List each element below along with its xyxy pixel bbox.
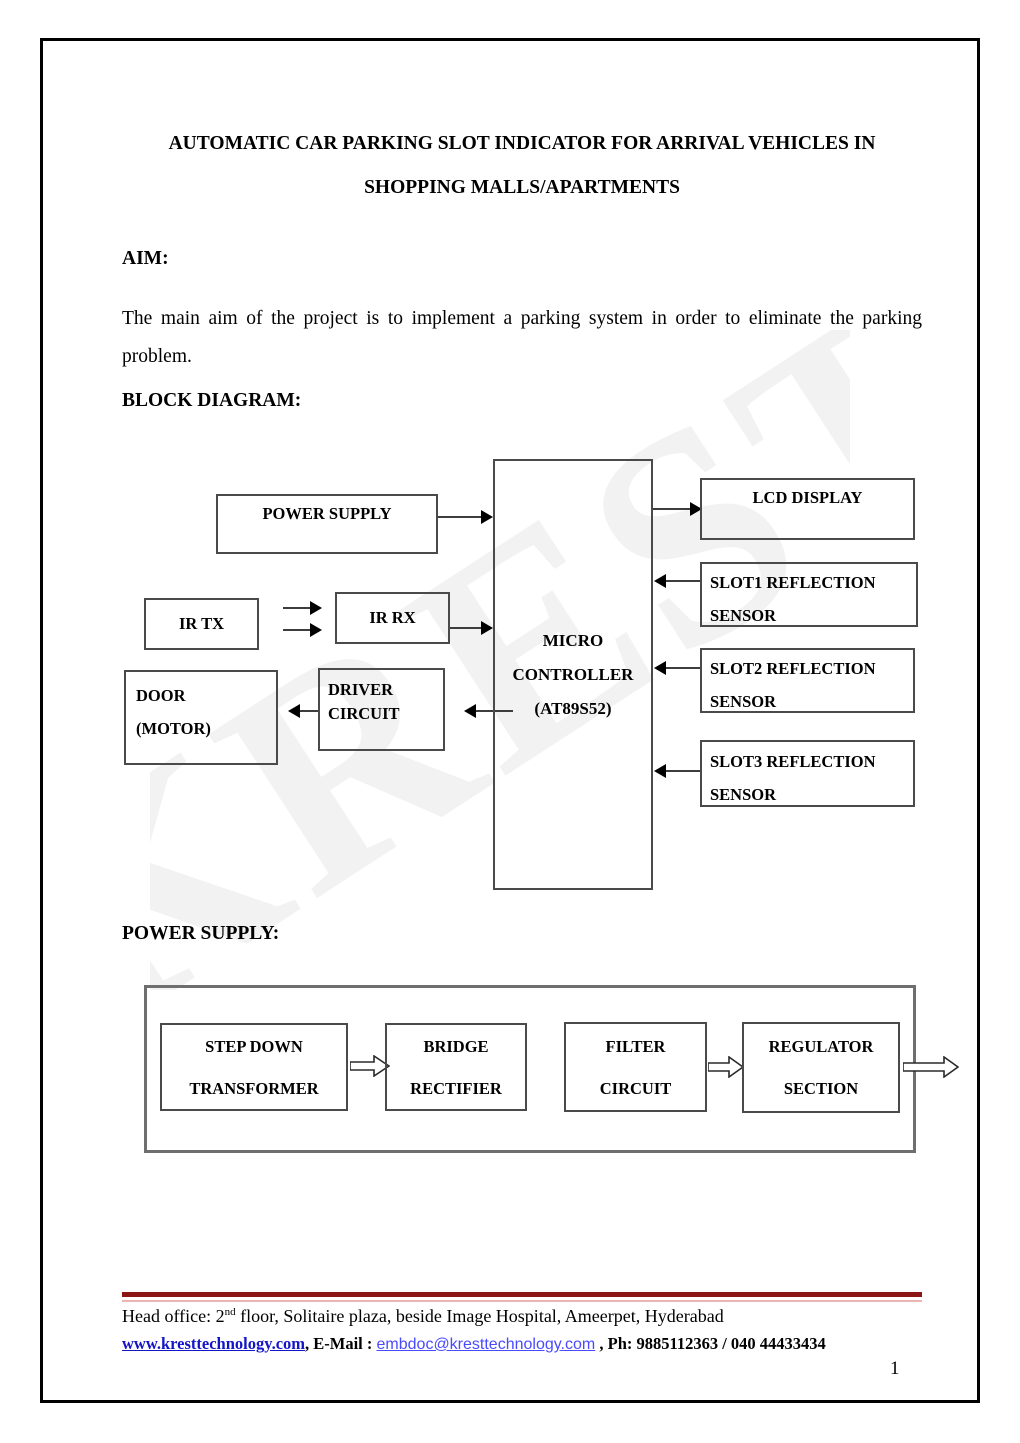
aim-body-text: The main aim of the project is to implem… bbox=[122, 308, 922, 367]
power-supply-heading: POWER SUPPLY: bbox=[122, 923, 280, 944]
footer-rule-thick bbox=[122, 1292, 922, 1297]
arrow-filter-regulator bbox=[708, 1056, 744, 1078]
document-page: KREST AUTOMATIC CAR PARKING SLOT INDICAT… bbox=[0, 0, 1020, 1443]
connector-irtx-irrx-top bbox=[283, 607, 311, 609]
footer-address-prefix: Head office: 2 bbox=[122, 1306, 225, 1326]
footer-email-link[interactable]: embdoc@kresttechnology.com bbox=[377, 1336, 596, 1353]
block-ir-rx: IR RX bbox=[335, 592, 450, 644]
connector-irtx-irrx-bottom bbox=[283, 629, 311, 631]
footer-email-separator: , E-Mail : bbox=[305, 1334, 377, 1353]
block-driver-circuit-label: DRIVER CIRCUIT bbox=[328, 680, 400, 723]
block-slot1-sensor: SLOT1 REFLECTION SENSOR bbox=[700, 562, 918, 627]
connector-irrx-mcu bbox=[450, 627, 482, 629]
ps-filter-circuit: FILTER CIRCUIT bbox=[564, 1022, 707, 1112]
ps-regulator-section: REGULATOR SECTION bbox=[742, 1022, 900, 1113]
block-slot3-sensor-label: SLOT3 REFLECTION SENSOR bbox=[710, 752, 876, 804]
connector-slot2-mcu bbox=[666, 667, 700, 669]
ps-bridge-rectifier-label: BRIDGE RECTIFIER bbox=[410, 1036, 502, 1098]
arrowhead-slot2-mcu bbox=[654, 661, 666, 675]
footer-rule-thin bbox=[122, 1300, 922, 1302]
ps-regulator-section-label: REGULATOR SECTION bbox=[768, 1037, 874, 1098]
arrowhead-mcu-driver bbox=[464, 704, 476, 718]
block-ir-tx: IR TX bbox=[144, 598, 259, 650]
page-title: AUTOMATIC CAR PARKING SLOT INDICATOR FOR… bbox=[168, 133, 876, 198]
connector-slot3-mcu bbox=[666, 770, 700, 772]
block-microcontroller-label: MICRO CONTROLLER (AT89S52) bbox=[512, 630, 634, 718]
arrowhead-irtx-irrx-top bbox=[310, 601, 322, 615]
connector-slot1-mcu bbox=[666, 580, 700, 582]
block-door-motor-label: DOOR (MOTOR) bbox=[136, 686, 211, 738]
block-microcontroller: MICRO CONTROLLER (AT89S52) bbox=[493, 459, 653, 890]
ps-bridge-rectifier: BRIDGE RECTIFIER bbox=[385, 1023, 527, 1111]
block-lcd-display: LCD DISPLAY bbox=[700, 478, 915, 540]
block-door-motor: DOOR (MOTOR) bbox=[124, 670, 278, 765]
footer-website-link[interactable]: www.kresttechnology.com bbox=[122, 1334, 305, 1353]
connector-powersupply-mcu bbox=[438, 516, 482, 518]
aim-heading: AIM: bbox=[122, 248, 169, 269]
ps-filter-circuit-label: FILTER CIRCUIT bbox=[599, 1036, 672, 1098]
arrowhead-driver-door bbox=[288, 704, 300, 718]
arrowhead-irrx-mcu bbox=[481, 621, 493, 635]
arrowhead-slot1-mcu bbox=[654, 574, 666, 588]
block-diagram-heading: BLOCK DIAGRAM: bbox=[122, 390, 302, 411]
block-slot1-sensor-label: SLOT1 REFLECTION SENSOR bbox=[710, 573, 876, 625]
ps-step-down-transformer: STEP DOWN TRANSFORMER bbox=[160, 1023, 348, 1111]
footer-phone: , Ph: 9885112363 / 040 44433434 bbox=[595, 1334, 826, 1353]
block-lcd-display-label: LCD DISPLAY bbox=[752, 488, 863, 507]
block-power-supply-label: POWER SUPPLY bbox=[262, 504, 392, 523]
block-power-supply: POWER SUPPLY bbox=[216, 494, 438, 554]
footer-contact: www.kresttechnology.com, E-Mail : embdoc… bbox=[122, 1334, 826, 1354]
connector-driver-door bbox=[300, 710, 318, 712]
footer-address-rest: floor, Solitaire plaza, beside Image Hos… bbox=[235, 1306, 724, 1326]
ps-step-down-transformer-label: STEP DOWN TRANSFORMER bbox=[189, 1036, 319, 1098]
block-driver-circuit: DRIVER CIRCUIT bbox=[318, 668, 445, 751]
arrowhead-slot3-mcu bbox=[654, 764, 666, 778]
page-number: 1 bbox=[890, 1358, 900, 1379]
footer-address: Head office: 2nd floor, Solitaire plaza,… bbox=[122, 1306, 724, 1327]
arrow-regulator-output bbox=[903, 1056, 959, 1078]
block-slot2-sensor: SLOT2 REFLECTION SENSOR bbox=[700, 648, 915, 713]
arrowhead-powersupply-mcu bbox=[481, 510, 493, 524]
block-slot3-sensor: SLOT3 REFLECTION SENSOR bbox=[700, 740, 915, 807]
arrow-transformer-rectifier bbox=[350, 1055, 390, 1077]
connector-mcu-lcd bbox=[653, 508, 691, 510]
footer-address-ordinal: nd bbox=[224, 1306, 236, 1318]
block-slot2-sensor-label: SLOT2 REFLECTION SENSOR bbox=[710, 659, 876, 711]
arrowhead-irtx-irrx-bottom bbox=[310, 623, 322, 637]
block-ir-rx-label: IR RX bbox=[369, 608, 416, 627]
block-ir-tx-label: IR TX bbox=[178, 614, 225, 633]
